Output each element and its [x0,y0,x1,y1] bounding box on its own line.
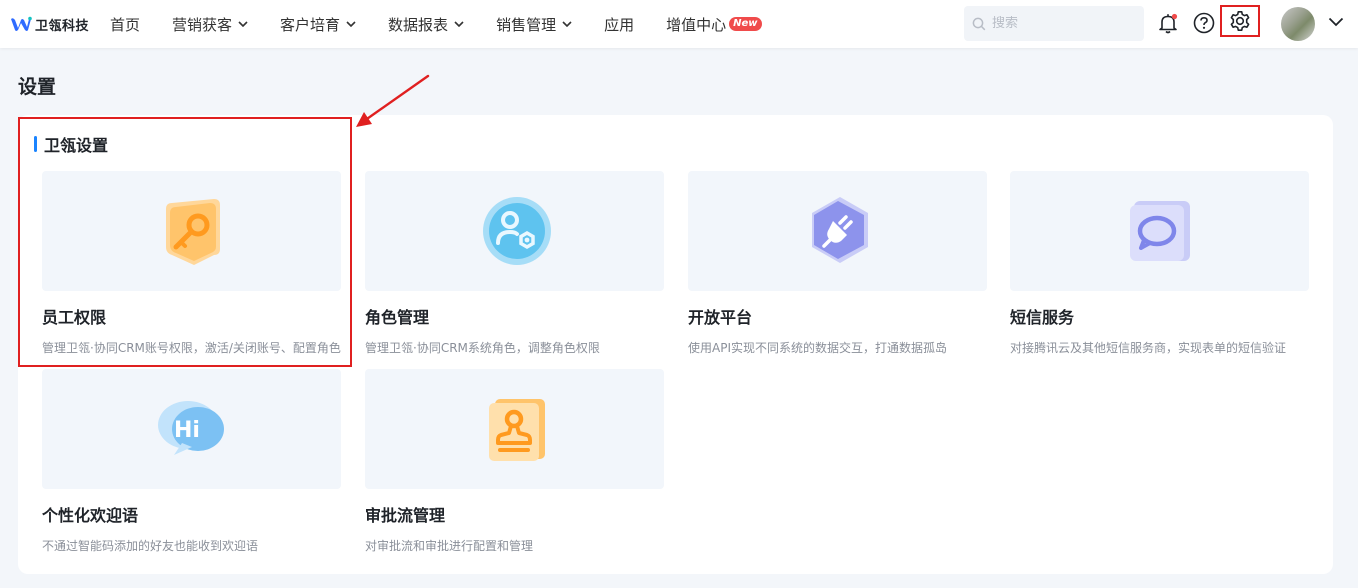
card-description: 对接腾讯云及其他短信服务商，实现表单的短信验证 [1010,341,1287,355]
avatar[interactable] [1281,7,1315,41]
card-description: 管理卫瓴·协同CRM账号权限，激活/关闭账号、配置角色 [42,341,341,355]
section-title-accent [34,136,37,152]
nav-item-label: 增值中心 [666,15,727,34]
section-title: 卫瓴设置 [34,132,108,156]
main-nav: 首页 营销获客 客户培育 数据报表 销售管理 应用 增值中心 New [110,0,794,48]
help-button[interactable] [1192,11,1216,35]
nav-item-apps[interactable]: 应用 [604,0,634,48]
card-role-management[interactable]: 角色管理 管理卫瓴·协同CRM系统角色，调整角色权限 [365,171,664,356]
notifications-button[interactable] [1156,11,1180,35]
role-icon [482,197,551,265]
card-title: 员工权限 [42,308,107,327]
nav-item-label: 客户培育 [280,15,341,34]
card-thumbnail: Hi [42,369,341,489]
card-sms-service[interactable]: 短信服务 对接腾讯云及其他短信服务商，实现表单的短信验证 [1010,171,1309,356]
nav-item-reports[interactable]: 数据报表 [388,0,464,48]
card-personalized-welcome[interactable]: Hi 个性化欢迎语 不通过智能码添加的好友也能收到欢迎语 [42,369,341,554]
page-title: 设置 [18,76,57,98]
search-icon [972,17,986,30]
svg-text:Hi: Hi [174,418,200,443]
chevron-down-icon [454,21,464,27]
plug-icon [811,197,868,263]
card-description: 管理卫瓴·协同CRM系统角色，调整角色权限 [365,341,600,355]
chevron-down-icon [562,21,572,27]
help-icon [1193,12,1215,34]
nav-item-label: 数据报表 [388,15,449,34]
message-icon [1129,201,1190,261]
card-title: 个性化欢迎语 [42,506,139,525]
card-open-platform[interactable]: 开放平台 使用API实现不同系统的数据交互，打通数据孤岛 [688,171,987,356]
card-thumbnail [365,369,664,489]
card-thumbnail [42,171,341,291]
card-employee-permissions[interactable]: 员工权限 管理卫瓴·协同CRM账号权限，激活/关闭账号、配置角色 [42,171,341,356]
nav-item-label: 应用 [604,15,635,34]
card-description: 对审批流和审批进行配置和管理 [365,539,534,553]
nav-item-nurture[interactable]: 客户培育 [280,0,356,48]
brand-logo[interactable]: 卫瓴科技 [10,14,89,34]
nav-item-label: 销售管理 [496,15,557,34]
hi-bubble-icon: Hi [157,401,224,455]
brand-name: 卫瓴科技 [35,18,90,34]
settings-button[interactable] [1220,5,1260,37]
nav-item-sales[interactable]: 销售管理 [496,0,572,48]
nav-item-home[interactable]: 首页 [110,0,140,48]
card-title: 审批流管理 [365,506,446,525]
top-navigation-bar: 卫瓴科技 首页 营销获客 客户培育 数据报表 销售管理 应用 增值中心 New [0,0,1358,48]
bell-icon [1159,13,1178,34]
search-input[interactable] [992,16,1122,31]
chevron-down-icon [238,21,248,27]
card-thumbnail [688,171,987,291]
key-icon [165,199,220,265]
card-thumbnail [1010,171,1309,291]
card-title: 开放平台 [688,308,753,327]
nav-item-label: 营销获客 [172,15,233,34]
section-title-text: 卫瓴设置 [44,136,109,155]
chevron-down-icon [346,21,356,27]
card-title: 角色管理 [365,308,430,327]
stamp-icon [488,399,545,461]
card-description: 使用API实现不同系统的数据交互，打通数据孤岛 [688,341,947,355]
nav-item-value-center[interactable]: 增值中心 New [666,0,762,48]
search-box[interactable] [964,6,1144,41]
card-description: 不通过智能码添加的好友也能收到欢迎语 [42,539,259,553]
logo-mark-icon [11,16,32,31]
gear-icon [1230,11,1250,31]
card-approval-flow[interactable]: 审批流管理 对审批流和审批进行配置和管理 [365,369,664,554]
nav-item-label: 首页 [110,15,141,34]
card-title: 短信服务 [1010,308,1075,327]
chevron-down-icon[interactable] [1328,17,1344,27]
card-thumbnail [365,171,664,291]
nav-item-marketing[interactable]: 营销获客 [172,0,248,48]
new-badge: New [729,17,762,31]
